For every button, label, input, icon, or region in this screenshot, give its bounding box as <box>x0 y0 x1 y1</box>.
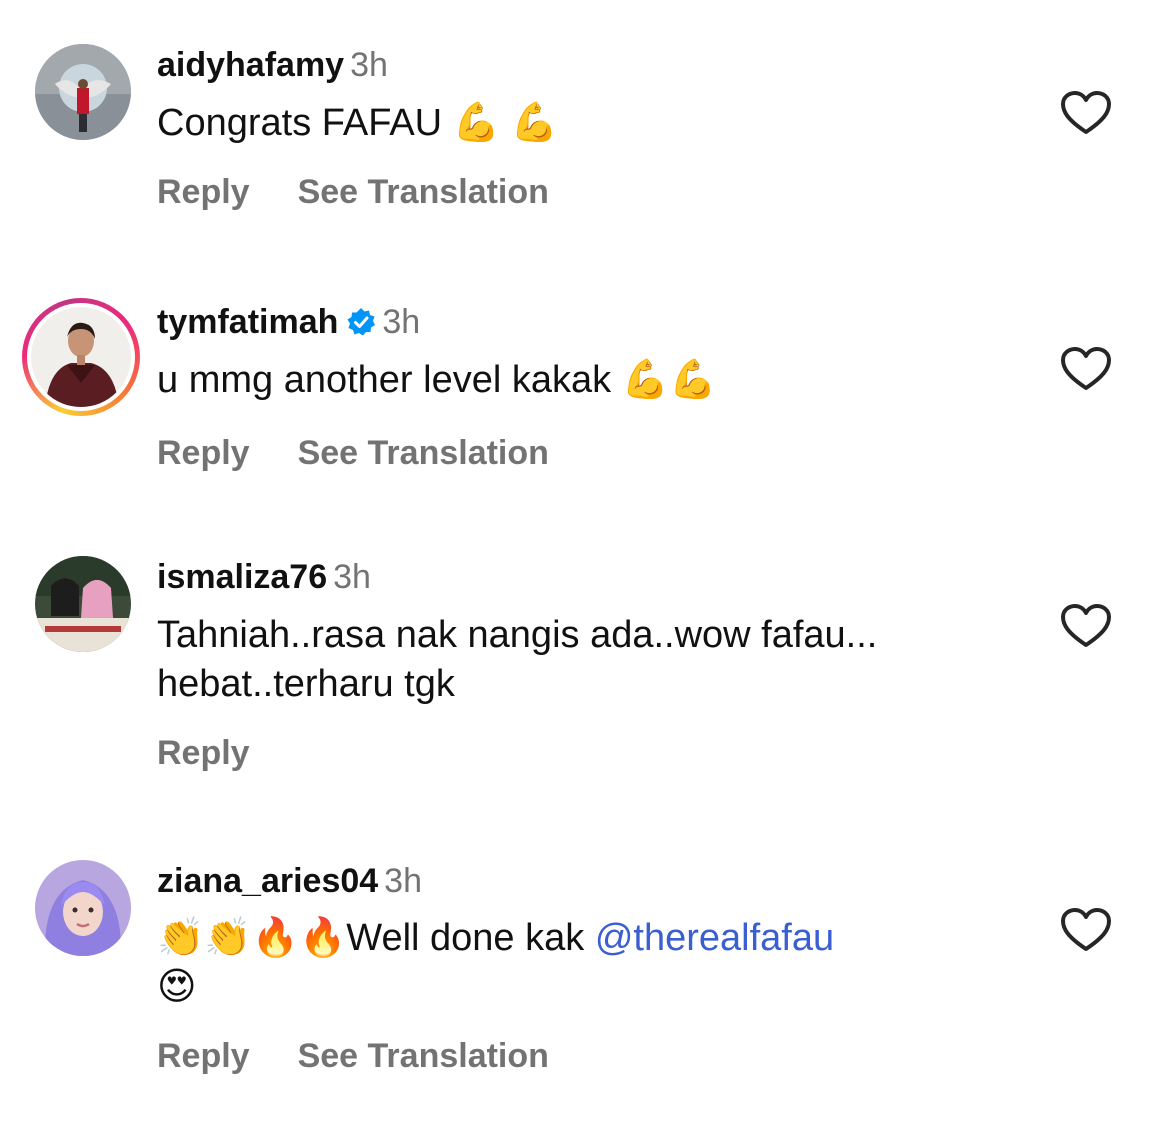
comment-text-line: 👏👏🔥🔥Well done kak @therealfafau <box>157 914 1007 963</box>
avatar[interactable] <box>35 860 131 956</box>
comment-meta: ziana_aries04 3h <box>157 861 422 901</box>
timestamp: 3h <box>333 558 371 596</box>
comment-meta: ismaliza76 3h <box>157 557 371 597</box>
timestamp: 3h <box>350 46 388 84</box>
comment-text-line: hebat..terharu tgk <box>157 663 455 705</box>
username[interactable]: ismaliza76 <box>157 558 327 596</box>
avatar[interactable] <box>31 307 131 407</box>
heart-outline-icon[interactable] <box>1060 90 1112 136</box>
comment-actions: Reply See Translation <box>157 1036 549 1076</box>
see-translation-button[interactable]: See Translation <box>298 173 549 211</box>
timestamp: 3h <box>382 303 421 341</box>
username[interactable]: ziana_aries04 <box>157 862 378 900</box>
reply-button[interactable]: Reply <box>157 434 250 472</box>
comment-text: u mmg another level kakak 💪💪 <box>157 359 717 401</box>
comment-meta: tymfatimah 3h <box>157 302 420 342</box>
avatar[interactable] <box>35 556 131 652</box>
heart-outline-icon[interactable] <box>1060 346 1112 392</box>
comment-text-line: Tahniah..rasa nak nangis ada..wow fafau.… <box>157 614 878 656</box>
reply-button[interactable]: Reply <box>157 734 250 772</box>
comment-text-prefix: 👏👏🔥🔥Well done kak <box>157 917 595 959</box>
comment-actions: Reply See Translation <box>157 172 549 212</box>
story-ring[interactable] <box>22 298 140 416</box>
comment-text-line: 😍 <box>157 966 197 1008</box>
verified-badge-icon <box>347 308 376 336</box>
see-translation-button[interactable]: See Translation <box>298 434 549 472</box>
heart-outline-icon[interactable] <box>1060 603 1112 649</box>
comment-text: Congrats FAFAU 💪 💪 <box>157 102 558 144</box>
timestamp: 3h <box>384 862 422 900</box>
comment-meta: aidyhafamy 3h <box>157 45 388 85</box>
heart-outline-icon[interactable] <box>1060 907 1112 953</box>
see-translation-button[interactable]: See Translation <box>298 1037 549 1075</box>
comment-actions: Reply See Translation <box>157 433 549 473</box>
mention-link[interactable]: @therealfafau <box>595 917 834 959</box>
reply-button[interactable]: Reply <box>157 1037 250 1075</box>
avatar[interactable] <box>35 44 131 140</box>
comment-actions: Reply <box>157 733 250 773</box>
reply-button[interactable]: Reply <box>157 173 250 211</box>
username[interactable]: tymfatimah <box>157 303 338 341</box>
username[interactable]: aidyhafamy <box>157 46 344 84</box>
comment-text: Tahniah..rasa nak nangis ada..wow fafau.… <box>157 611 1007 709</box>
comment-text: 👏👏🔥🔥Well done kak @therealfafau 😍 <box>157 914 1007 1012</box>
